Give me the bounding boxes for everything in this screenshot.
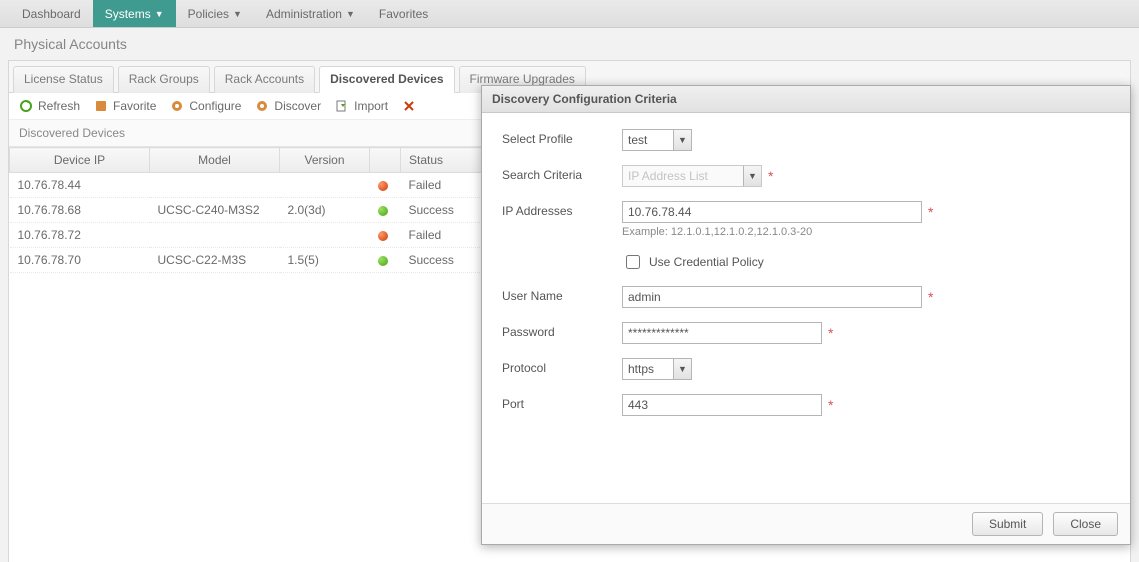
cell-ip: 10.76.78.70	[10, 248, 150, 273]
configure-button[interactable]: Configure	[170, 99, 241, 113]
password-field[interactable]	[622, 322, 822, 344]
cell-model	[150, 173, 280, 198]
discover-label: Discover	[274, 99, 321, 113]
ip-example-text: Example: 12.1.0.1,12.1.0.2,12.1.0.3-20	[622, 226, 812, 238]
nav-dashboard[interactable]: Dashboard	[10, 0, 93, 27]
delete-icon	[402, 99, 416, 113]
col-model[interactable]: Model	[150, 148, 280, 173]
configure-label: Configure	[189, 99, 241, 113]
import-label: Import	[354, 99, 388, 113]
gear-icon	[170, 99, 184, 113]
nav-dashboard-label: Dashboard	[22, 7, 81, 21]
port-field[interactable]	[622, 394, 822, 416]
modal-body: Select Profile test ▼ Search Criteria	[482, 113, 1130, 503]
cell-model: UCSC-C240-M3S2	[150, 198, 280, 223]
favorite-button[interactable]: Favorite	[94, 99, 156, 113]
status-dot-icon	[378, 181, 388, 191]
required-marker: *	[928, 204, 933, 220]
refresh-label: Refresh	[38, 99, 80, 113]
chevron-down-icon: ▼	[346, 9, 355, 19]
required-marker: *	[828, 397, 833, 413]
protocol-label: Protocol	[502, 358, 622, 375]
search-criteria-label: Search Criteria	[502, 165, 622, 182]
cell-ip: 10.76.78.44	[10, 173, 150, 198]
status-dot-icon	[378, 206, 388, 216]
modal-title: Discovery Configuration Criteria	[482, 86, 1130, 113]
import-icon	[335, 99, 349, 113]
cell-status-icon	[370, 173, 401, 198]
user-name-field[interactable]	[622, 286, 922, 308]
cell-ip: 10.76.78.68	[10, 198, 150, 223]
cell-status-icon	[370, 198, 401, 223]
required-marker: *	[928, 289, 933, 305]
nav-favorites[interactable]: Favorites	[367, 0, 440, 27]
favorite-icon	[94, 99, 108, 113]
cell-version	[280, 223, 370, 248]
status-dot-icon	[378, 231, 388, 241]
password-label: Password	[502, 322, 622, 339]
cell-ip: 10.76.78.72	[10, 223, 150, 248]
select-profile-label: Select Profile	[502, 129, 622, 146]
page-title: Physical Accounts	[0, 28, 1139, 60]
chevron-down-icon: ▼	[233, 9, 242, 19]
tab-discovered-devices[interactable]: Discovered Devices	[319, 66, 454, 93]
col-device-ip[interactable]: Device IP	[10, 148, 150, 173]
refresh-button[interactable]: Refresh	[19, 99, 80, 113]
refresh-icon	[19, 99, 33, 113]
tab-rack-accounts[interactable]: Rack Accounts	[214, 66, 315, 93]
favorite-label: Favorite	[113, 99, 156, 113]
cell-model: UCSC-C22-M3S	[150, 248, 280, 273]
cell-status-icon	[370, 248, 401, 273]
tab-rack-accounts-label: Rack Accounts	[225, 72, 304, 86]
nav-administration[interactable]: Administration ▼	[254, 0, 367, 27]
nav-systems-label: Systems	[105, 7, 151, 21]
search-criteria-dropdown[interactable]: IP Address List	[622, 165, 762, 187]
required-marker: *	[828, 325, 833, 341]
tab-rack-groups-label: Rack Groups	[129, 72, 199, 86]
select-profile-dropdown[interactable]: test	[622, 129, 692, 151]
close-button[interactable]: Close	[1053, 512, 1118, 536]
cell-status-icon	[370, 223, 401, 248]
nav-administration-label: Administration	[266, 7, 342, 21]
discover-button[interactable]: Discover	[255, 99, 321, 113]
tab-firmware-upgrades-label: Firmware Upgrades	[470, 72, 575, 86]
ip-addresses-field[interactable]	[622, 201, 922, 223]
col-version[interactable]: Version	[280, 148, 370, 173]
use-credential-policy-checkbox[interactable]	[626, 255, 640, 269]
top-nav: Dashboard Systems ▼ Policies ▼ Administr…	[0, 0, 1139, 28]
status-dot-icon	[378, 256, 388, 266]
discover-icon	[255, 99, 269, 113]
port-label: Port	[502, 394, 622, 411]
tab-license-status[interactable]: License Status	[13, 66, 114, 93]
chevron-down-icon: ▼	[155, 9, 164, 19]
submit-button[interactable]: Submit	[972, 512, 1043, 536]
cell-version	[280, 173, 370, 198]
ip-addresses-label: IP Addresses	[502, 201, 622, 218]
modal-footer: Submit Close	[482, 503, 1130, 544]
nav-policies-label: Policies	[188, 7, 229, 21]
use-credential-policy-label: Use Credential Policy	[649, 255, 764, 269]
tab-rack-groups[interactable]: Rack Groups	[118, 66, 210, 93]
tab-discovered-devices-label: Discovered Devices	[330, 72, 443, 86]
cell-version: 1.5(5)	[280, 248, 370, 273]
cell-model	[150, 223, 280, 248]
nav-policies[interactable]: Policies ▼	[176, 0, 254, 27]
nav-systems[interactable]: Systems ▼	[93, 0, 176, 27]
import-button[interactable]: Import	[335, 99, 388, 113]
discovery-config-modal: Discovery Configuration Criteria Select …	[481, 85, 1131, 545]
protocol-dropdown[interactable]: https	[622, 358, 692, 380]
tab-license-status-label: License Status	[24, 72, 103, 86]
user-name-label: User Name	[502, 286, 622, 303]
delete-button[interactable]	[402, 99, 416, 113]
nav-favorites-label: Favorites	[379, 7, 428, 21]
col-status-icon[interactable]	[370, 148, 401, 173]
cell-version: 2.0(3d)	[280, 198, 370, 223]
required-marker: *	[768, 168, 773, 184]
